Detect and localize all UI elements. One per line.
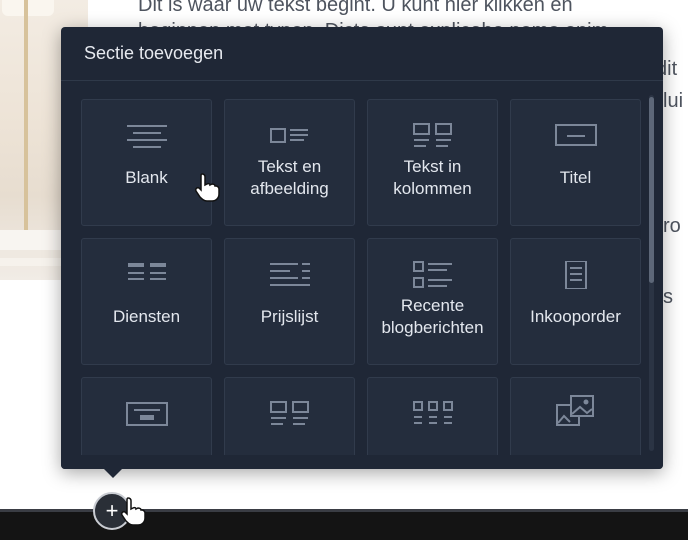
section-grid: Blank Tekst en afbeelding Tekst in kolom…: [81, 99, 641, 469]
title-button-icon: [125, 402, 168, 426]
tile-services[interactable]: Diensten: [81, 238, 212, 365]
hand-cursor-icon: [195, 173, 220, 202]
bg-line-1: Dit is waar uw tekst begint. U kunt hier…: [138, 0, 573, 16]
lines-icon: [126, 125, 167, 148]
panel-pointer: [104, 469, 122, 478]
tile-label: Diensten: [112, 307, 181, 326]
panel-bottom-edge: [61, 455, 663, 469]
tile-label: Prijslijst: [260, 307, 319, 326]
bg-fragment: lui: [663, 90, 684, 112]
hand-cursor-icon: [121, 497, 146, 526]
tile-text-columns[interactable]: Tekst in kolommen: [367, 99, 498, 226]
bg-fragment: s: [663, 286, 673, 308]
bg-fragment: ro: [663, 215, 681, 237]
columns-icon: [412, 123, 452, 147]
scrollbar-thumb[interactable]: [649, 97, 654, 283]
tile-title[interactable]: Titel: [510, 99, 641, 226]
tile-label: Titel: [559, 168, 592, 187]
add-section-panel: Sectie toevoegen Blank Tekst en afbeeldi…: [61, 27, 663, 469]
lamp-shade: [2, 0, 54, 16]
blog-list-icon: [412, 261, 452, 288]
tile-pricelist[interactable]: Prijslijst: [224, 238, 355, 365]
panel-title: Sectie toevoegen: [61, 27, 663, 81]
image-text-icon: [269, 128, 308, 143]
pricelist-icon: [269, 263, 310, 286]
tile-label: Tekst en afbeelding: [250, 157, 329, 198]
lamp-pole: [24, 0, 28, 240]
gallery-icon: [555, 395, 594, 426]
tile-label: Inkooporder: [530, 307, 621, 326]
tile-text-image[interactable]: Tekst en afbeelding: [224, 99, 355, 226]
three-columns-icon: [412, 401, 453, 424]
tile-purchase-order[interactable]: Inkooporder: [510, 238, 641, 365]
document-icon: [564, 261, 587, 289]
services-icon: [127, 263, 166, 280]
tile-label: Tekst in kolommen: [393, 157, 472, 198]
tile-blog-posts[interactable]: Recente blogberichten: [367, 238, 498, 365]
books: [0, 230, 70, 250]
two-columns-icon: [269, 401, 309, 425]
tile-blank[interactable]: Blank: [81, 99, 212, 226]
title-box-icon: [554, 124, 597, 146]
tile-label: Blank: [125, 168, 168, 187]
tile-label: Recente blogberichten: [381, 296, 484, 337]
